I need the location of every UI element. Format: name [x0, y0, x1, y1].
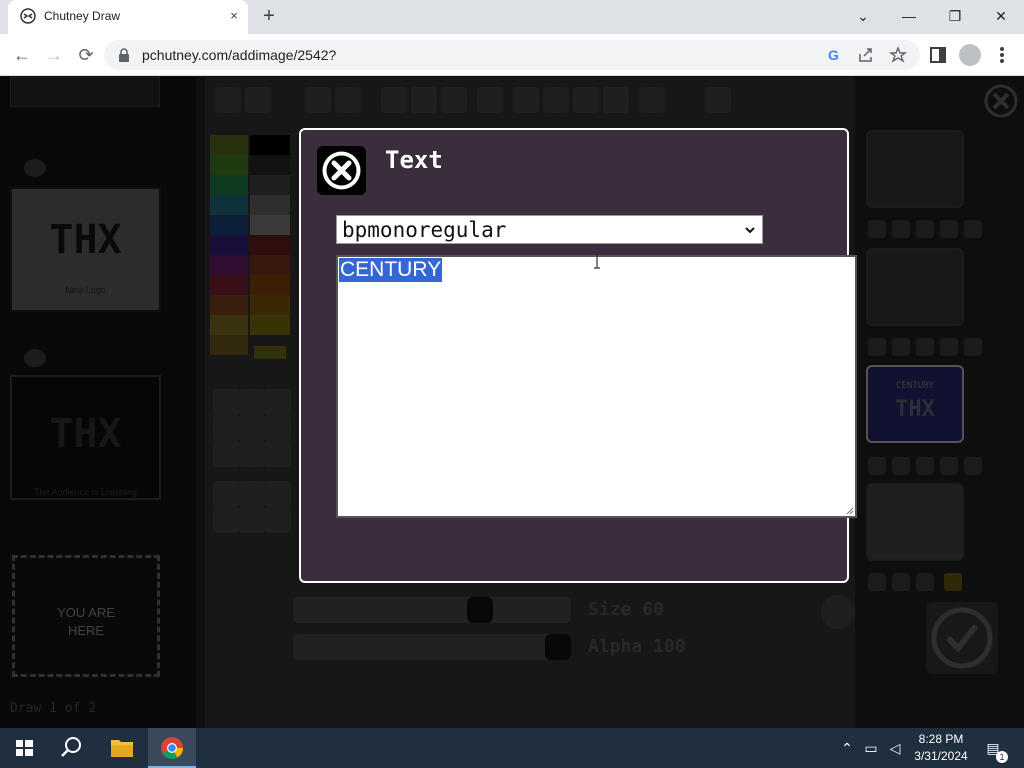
browser-toolbar: ← → ⟳ pchutney.com/addimage/2542? G	[0, 34, 1024, 76]
text-input-area[interactable]: CENTURY	[336, 255, 857, 518]
text-modal: Text bpmonoregular CENTURY	[299, 128, 857, 583]
screen: Chutney Draw × + ⌄ — ❐ ✕ ← → ⟳ pchutney.…	[0, 0, 1024, 768]
chrome-icon	[161, 737, 183, 759]
notification-count: 1	[996, 751, 1008, 763]
resize-handle-icon[interactable]	[844, 505, 854, 515]
lock-icon[interactable]	[118, 48, 130, 62]
side-panel-icon[interactable]	[926, 43, 950, 67]
selected-text[interactable]: CENTURY	[339, 258, 443, 282]
tab-title: Chutney Draw	[44, 9, 121, 23]
modal-title: Text	[385, 146, 443, 174]
new-tab-button[interactable]: +	[258, 6, 280, 28]
address-bar[interactable]: pchutney.com/addimage/2542? G	[104, 40, 920, 70]
tab-close-icon[interactable]: ×	[226, 8, 242, 24]
minimize-button[interactable]: —	[886, 5, 932, 27]
more-menu-icon[interactable]	[990, 43, 1014, 67]
chrome-taskbar-button[interactable]	[148, 728, 196, 768]
file-explorer-button[interactable]	[98, 728, 146, 768]
reload-button[interactable]: ⟳	[74, 43, 98, 67]
modal-close-button[interactable]	[317, 146, 366, 195]
restore-button[interactable]: ❐	[932, 5, 978, 27]
forward-button[interactable]: →	[42, 43, 66, 67]
font-select-value: bpmonoregular	[342, 218, 507, 242]
start-button[interactable]	[0, 728, 48, 768]
back-button[interactable]: ←	[10, 43, 34, 67]
clock-date[interactable]: 3/31/2024	[909, 749, 973, 763]
taskbar: ⌃ ▭ ◁ 8:28 PM 3/31/2024 ▤ 1	[0, 728, 1024, 768]
chevron-down-icon	[745, 227, 755, 234]
text-cursor-icon	[594, 253, 600, 269]
volume-muted-icon[interactable]: ◁	[886, 739, 904, 757]
close-circle-icon	[322, 151, 361, 190]
tab-strip: Chutney Draw × + ⌄ — ❐ ✕	[0, 0, 1024, 34]
tab-search-chevron-icon[interactable]: ⌄	[840, 5, 886, 27]
search-icon	[61, 737, 81, 757]
url-text[interactable]: pchutney.com/addimage/2542?	[142, 47, 336, 63]
tray-chevron-up-icon[interactable]: ⌃	[838, 739, 856, 757]
window-close-button[interactable]: ✕	[978, 5, 1024, 27]
windows-logo-icon	[16, 740, 33, 756]
svg-text:G: G	[828, 47, 839, 63]
clock-time[interactable]: 8:28 PM	[917, 732, 965, 746]
browser-tab[interactable]: Chutney Draw ×	[8, 0, 248, 34]
chutney-favicon-icon	[20, 8, 36, 24]
search-button[interactable]	[48, 728, 96, 768]
google-icon[interactable]: G	[824, 45, 844, 65]
profile-avatar[interactable]	[959, 44, 981, 66]
font-select[interactable]: bpmonoregular	[336, 215, 763, 244]
bookmark-star-icon[interactable]	[888, 45, 908, 65]
share-icon[interactable]	[856, 45, 876, 65]
folder-icon	[111, 740, 133, 757]
network-icon[interactable]: ▭	[862, 739, 880, 757]
